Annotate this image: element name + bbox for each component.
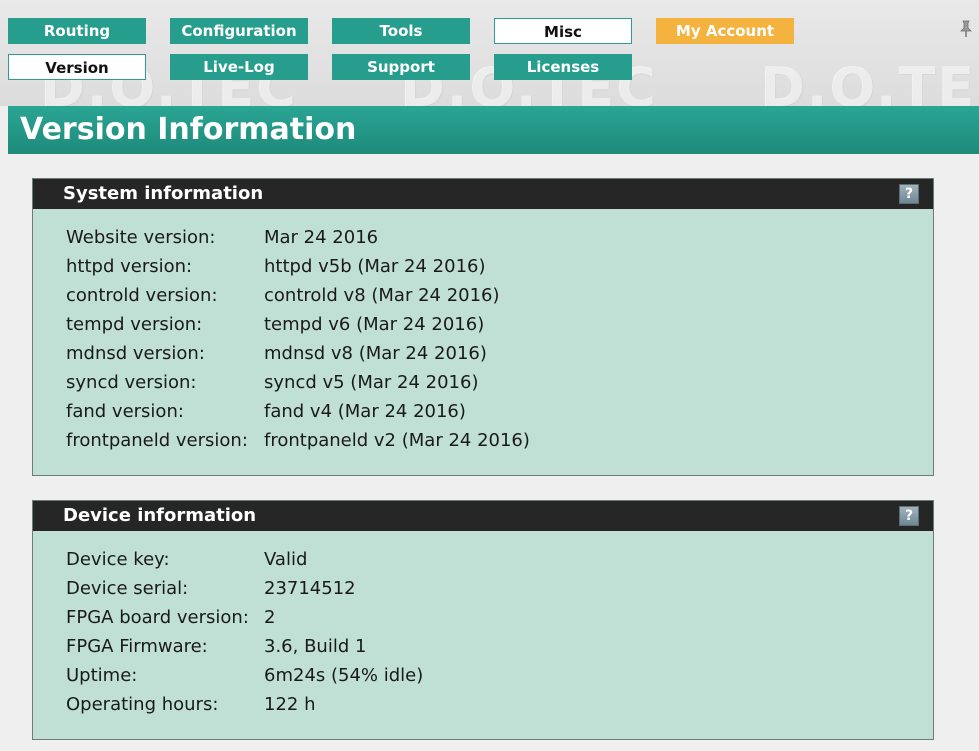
info-label: syncd version: — [66, 372, 197, 393]
help-icon[interactable]: ? — [899, 506, 919, 526]
tab-misc[interactable]: Misc — [494, 18, 632, 44]
info-value: frontpaneld v2 (Mar 24 2016) — [264, 430, 530, 451]
info-label: FPGA Firmware: — [66, 636, 208, 657]
info-value: tempd v6 (Mar 24 2016) — [264, 314, 485, 335]
tab-routing[interactable]: Routing — [8, 18, 146, 44]
help-icon[interactable]: ? — [899, 184, 919, 204]
info-label: frontpaneld version: — [66, 430, 248, 451]
panel-title: Device information — [63, 505, 257, 526]
page-title: Version Information — [20, 112, 357, 147]
info-row: Device serial: 23714512 — [66, 574, 933, 603]
info-row: FPGA board version: 2 — [66, 603, 933, 632]
info-row: controld version: controld v8 (Mar 24 201… — [66, 281, 933, 310]
info-row: fand version: fand v4 (Mar 24 2016) — [66, 397, 933, 426]
system-info-list: Website version: Mar 24 2016 httpd versio… — [33, 209, 933, 455]
info-row: tempd version: tempd v6 (Mar 24 2016) — [66, 310, 933, 339]
info-row: FPGA Firmware: 3.6, Build 1 — [66, 632, 933, 661]
watermark-text: D.O.TEC — [760, 56, 979, 106]
info-value: httpd v5b (Mar 24 2016) — [264, 256, 486, 277]
tab-licenses[interactable]: Licenses — [494, 54, 632, 80]
info-label: tempd version: — [66, 314, 203, 335]
tab-version[interactable]: Version — [8, 54, 146, 80]
tab-support[interactable]: Support — [332, 54, 470, 80]
info-row: Operating hours: 122 h — [66, 690, 933, 719]
info-label: Device key: — [66, 549, 170, 570]
info-row: mdnsd version: mdnsd v8 (Mar 24 2016) — [66, 339, 933, 368]
pin-icon[interactable] — [958, 20, 974, 38]
info-row: Website version: Mar 24 2016 — [66, 223, 933, 252]
info-label: mdnsd version: — [66, 343, 205, 364]
info-value: 122 h — [264, 694, 316, 715]
info-value: controld v8 (Mar 24 2016) — [264, 285, 500, 306]
info-row: Device key: Valid — [66, 545, 933, 574]
device-information-panel: Device information ? Device key: Valid De… — [32, 500, 934, 740]
info-label: Website version: — [66, 227, 216, 248]
info-label: Uptime: — [66, 665, 138, 686]
info-label: fand version: — [66, 401, 184, 422]
info-value: 3.6, Build 1 — [264, 636, 367, 657]
info-value: 6m24s (54% idle) — [264, 665, 424, 686]
page-title-bar: Version Information — [8, 106, 979, 154]
system-information-panel: System information ? Website version: Mar… — [32, 178, 934, 476]
info-label: FPGA board version: — [66, 607, 249, 628]
info-row: syncd version: syncd v5 (Mar 24 2016) — [66, 368, 933, 397]
info-value: Mar 24 2016 — [264, 227, 379, 248]
info-value: Valid — [264, 549, 308, 570]
tab-configuration[interactable]: Configuration — [170, 18, 308, 44]
tab-my-account[interactable]: My Account — [656, 18, 794, 44]
info-value: syncd v5 (Mar 24 2016) — [264, 372, 479, 393]
info-label: controld version: — [66, 285, 218, 306]
info-row: httpd version: httpd v5b (Mar 24 2016) — [66, 252, 933, 281]
info-value: 23714512 — [264, 578, 356, 599]
info-label: Device serial: — [66, 578, 189, 599]
watermark-logo: D.O.TEC — [760, 56, 979, 106]
info-row: frontpaneld version: frontpaneld v2 (Mar … — [66, 426, 933, 455]
info-label: Operating hours: — [66, 694, 219, 715]
device-information-header: Device information ? — [33, 501, 933, 531]
device-info-list: Device key: Valid Device serial: 23714512 … — [33, 531, 933, 719]
top-navigation: D.O.TEC D.O.TEC D.O.TEC Routing Configur… — [0, 0, 979, 106]
tab-live-log[interactable]: Live-Log — [170, 54, 308, 80]
info-value: fand v4 (Mar 24 2016) — [264, 401, 466, 422]
info-value: mdnsd v8 (Mar 24 2016) — [264, 343, 487, 364]
info-row: Uptime: 6m24s (54% idle) — [66, 661, 933, 690]
system-information-header: System information ? — [33, 179, 933, 209]
tab-tools[interactable]: Tools — [332, 18, 470, 44]
info-label: httpd version: — [66, 256, 193, 277]
panel-title: System information — [63, 183, 264, 204]
info-value: 2 — [264, 607, 276, 628]
